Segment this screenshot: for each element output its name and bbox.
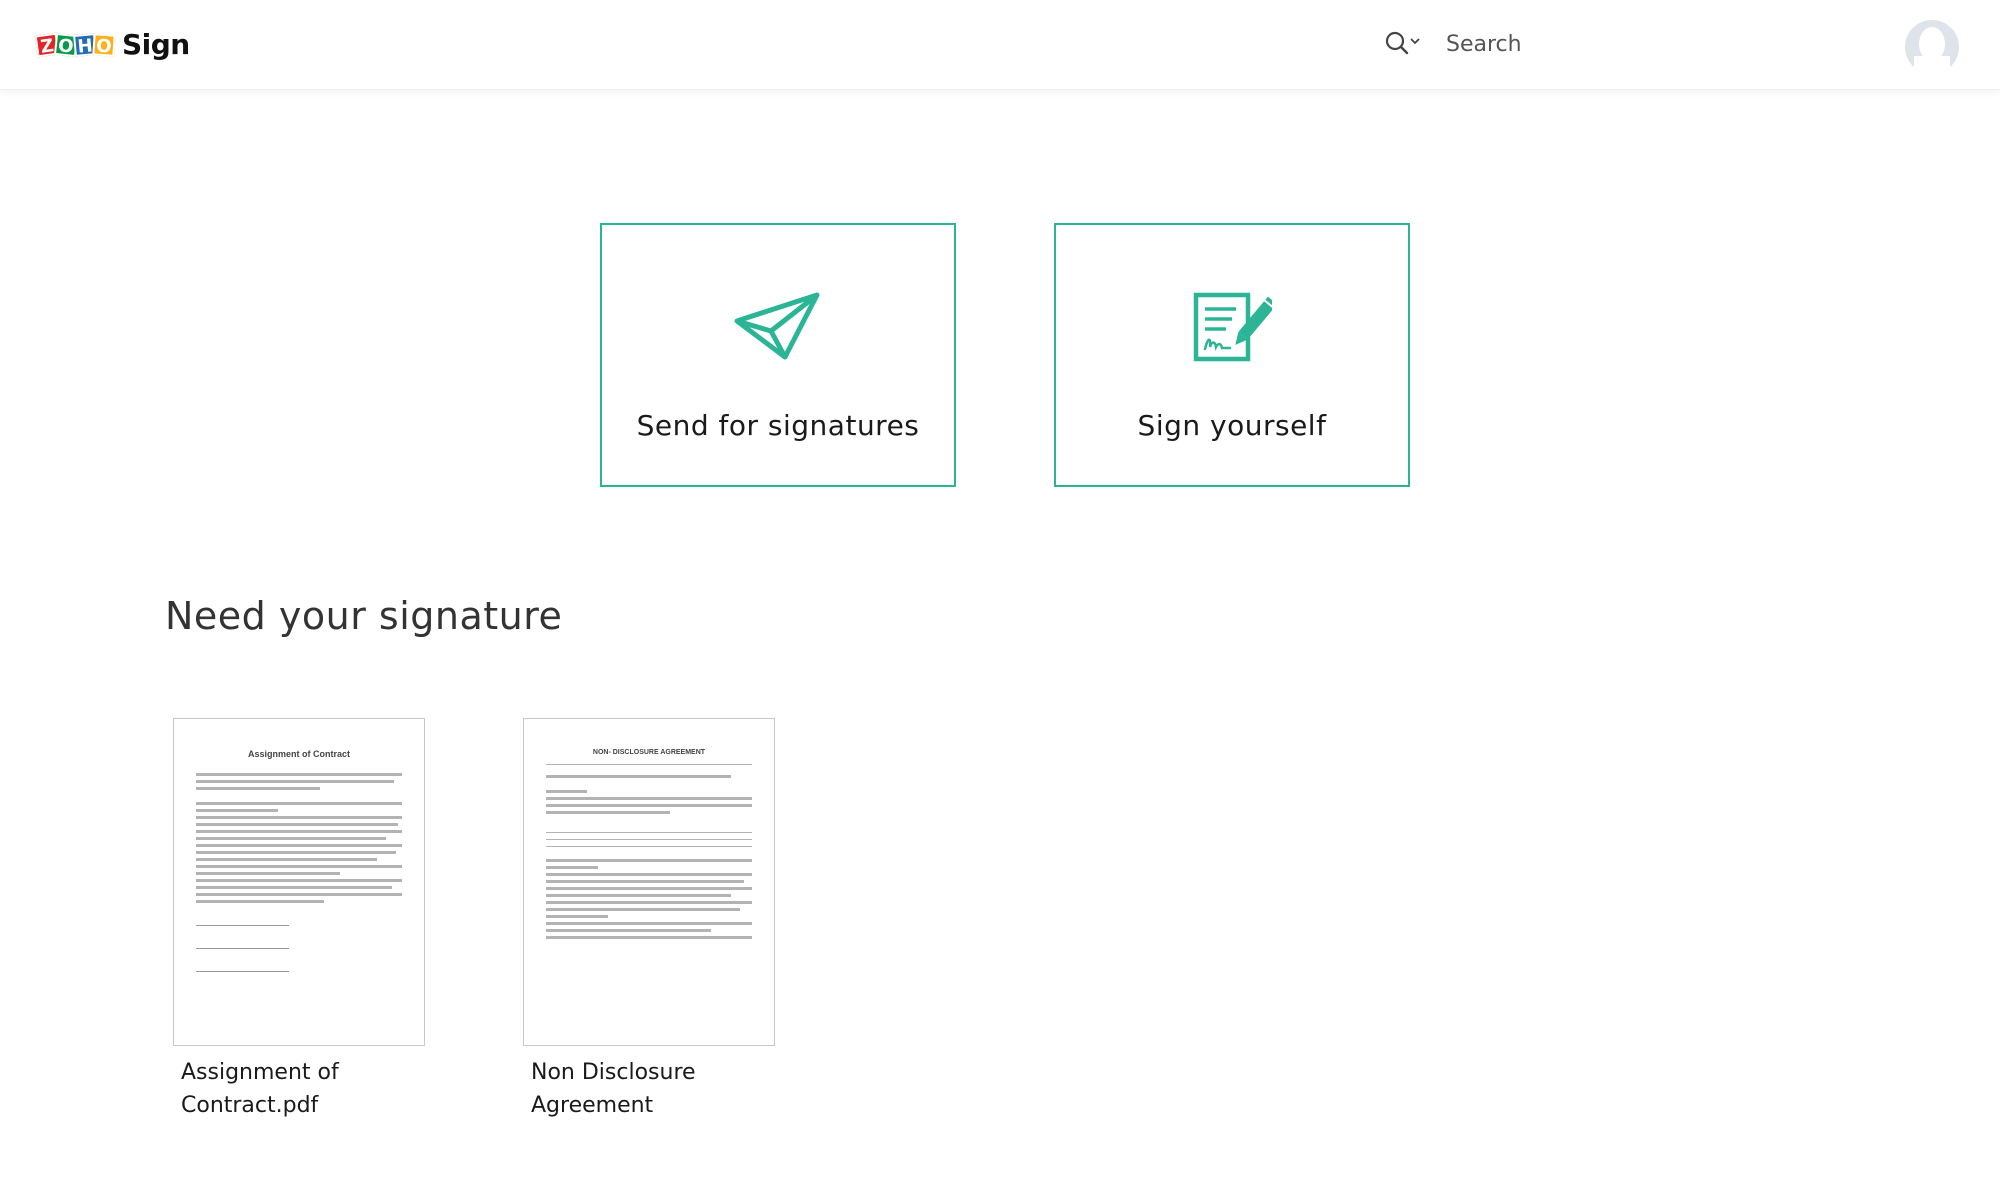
document-name: Non Disclosure Agreement: [531, 1060, 696, 1118]
top-header: Z O H O Sign: [0, 0, 2000, 90]
document-card-nda[interactable]: NON- DISCLOSURE AGREEMENT Non Disclosure…: [523, 718, 775, 1122]
send-for-signatures-card[interactable]: Send for signatures: [600, 223, 956, 487]
thumbnail-title: NON- DISCLOSURE AGREEMENT: [592, 749, 706, 756]
user-avatar-icon: [1905, 20, 1959, 74]
chevron-down-icon: [1410, 38, 1420, 45]
product-name: Sign: [122, 28, 190, 61]
sign-document-icon: [1193, 292, 1272, 362]
document-thumbnail: Assignment of Contract: [173, 718, 425, 1046]
need-your-signature-heading: Need your signature: [165, 594, 563, 638]
search-input[interactable]: [1446, 26, 1746, 62]
sign-yourself-card[interactable]: Sign yourself: [1054, 223, 1410, 487]
thumbnail-title: Assignment of Contract: [247, 749, 350, 759]
send-for-signatures-label: Send for signatures: [636, 409, 920, 442]
zoho-sign-logo[interactable]: Z O H O Sign: [34, 28, 190, 61]
document-card-assignment[interactable]: Assignment of Contract Assignment of Con…: [173, 718, 425, 1122]
sign-yourself-label: Sign yourself: [1137, 409, 1327, 442]
search-icon: [1385, 31, 1420, 55]
user-avatar[interactable]: [1905, 20, 1959, 74]
document-thumbnail: NON- DISCLOSURE AGREEMENT: [523, 718, 775, 1046]
paper-plane-icon: [734, 292, 820, 360]
document-name: Assignment of Contract.pdf: [181, 1060, 339, 1118]
search-scope-dropdown[interactable]: [1384, 30, 1424, 58]
logo-letter-o-2: O: [92, 32, 116, 57]
